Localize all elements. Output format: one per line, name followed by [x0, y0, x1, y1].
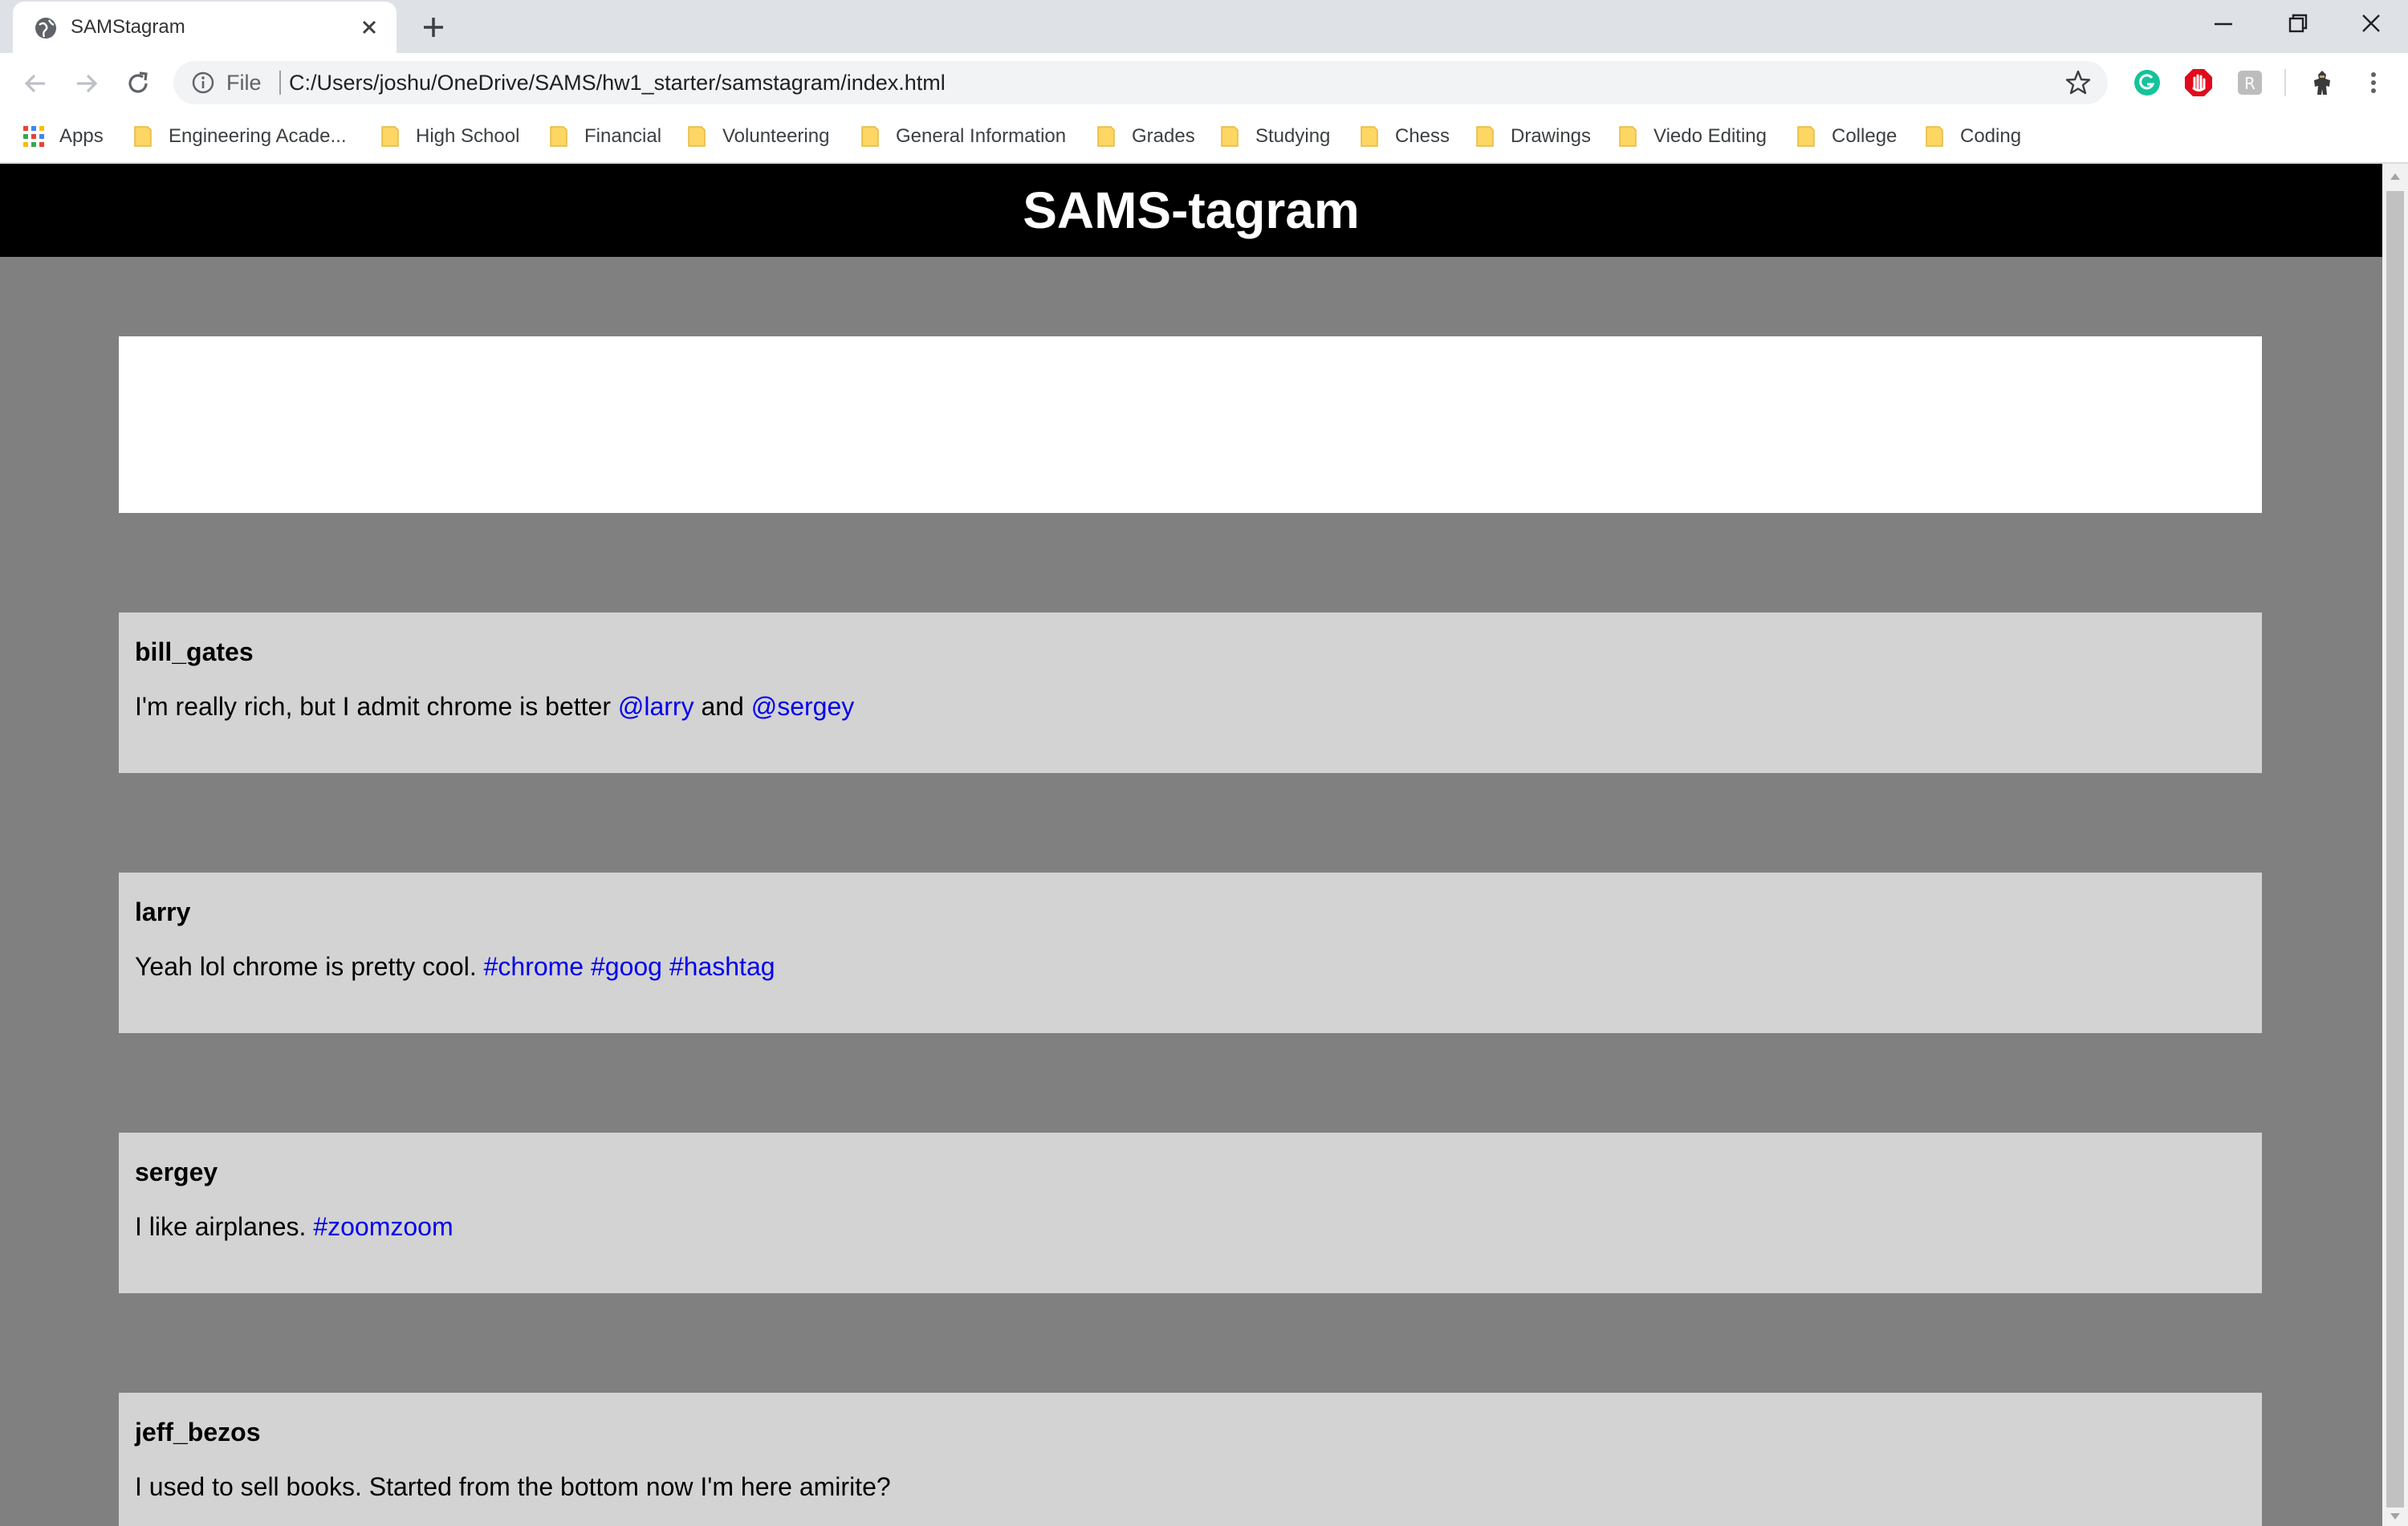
- folder-icon: [550, 126, 567, 147]
- bookmark-folder[interactable]: Coding: [1925, 111, 2021, 162]
- extension-icon[interactable]: R: [2235, 67, 2265, 98]
- folder-icon: [1926, 126, 1943, 147]
- kebab-menu-icon[interactable]: [2361, 67, 2386, 98]
- url-scheme: File: [226, 71, 262, 95]
- folder-icon: [381, 126, 399, 147]
- compose-box[interactable]: [119, 336, 2262, 513]
- toolbar-divider: [2284, 69, 2286, 96]
- bookmark-folder[interactable]: Studying: [1220, 111, 1330, 162]
- folder-icon: [688, 126, 706, 147]
- bookmark-folder[interactable]: Grades: [1096, 111, 1195, 162]
- bookmark-folder[interactable]: Chess: [1360, 111, 1450, 162]
- reload-icon[interactable]: [122, 67, 154, 100]
- url-separator: [279, 71, 281, 95]
- star-icon[interactable]: [2064, 69, 2092, 96]
- bookmark-folder[interactable]: Drawings: [1475, 111, 1591, 162]
- post-text: I like airplanes. #zoomzoom: [135, 1212, 454, 1241]
- post-card: bill_gates I'm really rich, but I admit …: [119, 612, 2262, 773]
- vertical-scrollbar[interactable]: [2382, 164, 2408, 1526]
- folder-icon: [134, 126, 152, 147]
- scrollbar-thumb[interactable]: [2386, 191, 2404, 1508]
- folder-icon: [1097, 126, 1115, 147]
- folder-icon: [1797, 126, 1815, 147]
- forward-arrow-icon[interactable]: [71, 67, 103, 100]
- tab-strip: SAMStagram: [0, 0, 2408, 53]
- bookmark-folder[interactable]: College: [1796, 111, 1897, 162]
- url-text[interactable]: C:/Users/joshu/OneDrive/SAMS/hw1_starter…: [289, 61, 946, 104]
- profile-avatar-icon[interactable]: [2307, 67, 2337, 98]
- post-text: I'm really rich, but I admit chrome is b…: [135, 692, 855, 721]
- bookmark-folder[interactable]: High School: [380, 111, 519, 162]
- address-bar[interactable]: File C:/Users/joshu/OneDrive/SAMS/hw1_st…: [173, 61, 2108, 104]
- post-username: jeff_bezos: [135, 1418, 261, 1447]
- mention-link[interactable]: @sergey: [751, 692, 855, 721]
- mention-link[interactable]: @larry: [618, 692, 694, 721]
- adblock-icon[interactable]: [2183, 67, 2214, 98]
- folder-icon: [1619, 126, 1637, 147]
- scroll-up-arrow-icon[interactable]: [2389, 170, 2402, 181]
- restore-icon[interactable]: [2273, 6, 2321, 42]
- browser-toolbar: File C:/Users/joshu/OneDrive/SAMS/hw1_st…: [0, 53, 2408, 111]
- hashtag-link[interactable]: #chrome: [484, 952, 584, 981]
- folder-icon: [1221, 126, 1239, 147]
- close-icon[interactable]: [356, 14, 382, 40]
- tab-title: SAMStagram: [71, 16, 185, 38]
- site-header: SAMS-tagram: [0, 164, 2382, 257]
- hashtag-link[interactable]: #goog: [591, 952, 662, 981]
- tab-samstagram[interactable]: SAMStagram: [13, 2, 397, 53]
- globe-icon: [35, 18, 56, 39]
- post-card: larry Yeah lol chrome is pretty cool. #c…: [119, 873, 2262, 1033]
- post-text: I used to sell books. Started from the b…: [135, 1472, 891, 1501]
- bookmark-folder[interactable]: Engineering Acade...: [133, 111, 347, 162]
- post-username: larry: [135, 897, 191, 926]
- browser-chrome: SAMStagram File C:/Users/joshu/OneDrive/…: [0, 0, 2408, 164]
- bookmark-folder[interactable]: Volunteering: [687, 111, 829, 162]
- minimize-icon[interactable]: [2199, 6, 2247, 42]
- hashtag-link[interactable]: #hashtag: [669, 952, 775, 981]
- new-tab-icon[interactable]: [417, 11, 449, 43]
- scroll-down-arrow-icon[interactable]: [2389, 1512, 2402, 1523]
- bookmarks-bar: Apps Engineering Acade... High School Fi…: [0, 111, 2408, 164]
- info-icon[interactable]: [191, 71, 215, 95]
- page-viewport: SAMS-tagram bill_gates I'm really rich, …: [0, 164, 2382, 1526]
- hashtag-link[interactable]: #zoomzoom: [313, 1212, 453, 1241]
- post-username: bill_gates: [135, 637, 254, 666]
- folder-icon: [861, 126, 879, 147]
- back-arrow-icon[interactable]: [19, 67, 51, 100]
- post-card: sergey I like airplanes. #zoomzoom: [119, 1133, 2262, 1293]
- bookmark-folder[interactable]: Financial: [549, 111, 661, 162]
- bookmark-folder[interactable]: General Information: [860, 111, 1066, 162]
- svg-text:R: R: [2244, 74, 2255, 93]
- folder-icon: [1361, 126, 1378, 147]
- folder-icon: [1476, 126, 1494, 147]
- site-title: SAMS-tagram: [1023, 181, 1360, 239]
- post-text: Yeah lol chrome is pretty cool. #chrome …: [135, 952, 775, 981]
- post-card: jeff_bezos I used to sell books. Started…: [119, 1393, 2262, 1526]
- apps-grid-icon: [23, 126, 44, 147]
- bookmark-folder[interactable]: Viedo Editing: [1618, 111, 1767, 162]
- bookmark-apps[interactable]: Apps: [22, 111, 104, 162]
- post-username: sergey: [135, 1158, 218, 1186]
- grammarly-icon[interactable]: [2132, 67, 2162, 98]
- window-close-icon[interactable]: [2347, 6, 2395, 42]
